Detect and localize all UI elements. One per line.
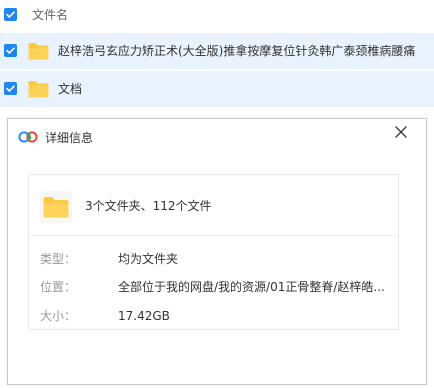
location-label: 位置： [40,280,77,294]
details-card: 3个文件夹、112个文件 类型： 均为文件夹 位置： 全部位于我的网盘/我的资源… [28,174,399,330]
size-value: 17.42GB [118,309,170,323]
file-name[interactable]: 文档 [58,81,82,97]
close-icon[interactable] [394,125,408,139]
file-list-header: 文件名 [0,0,434,30]
checkmark-icon [6,85,15,92]
selection-summary: 3个文件夹、112个文件 [85,199,212,213]
column-header-filename[interactable]: 文件名 [32,7,68,23]
folder-icon [43,197,69,218]
folder-icon [28,43,49,60]
baidu-netdisk-logo-icon [18,131,38,143]
location-value: 全部位于我的网盘/我的资源/01正骨整脊/赵梓皓... [118,280,385,294]
details-dialog: 详细信息 3个文件夹、112个文件 类型： 均为文件夹 位置： 全部位于我的网盘… [7,118,427,385]
type-label: 类型： [40,252,77,266]
checkmark-icon [6,47,15,54]
file-row[interactable]: 赵梓浩弓玄应力矫正术(大全版)推拿按摩复位针灸韩广泰颈椎病腰痛 [0,33,434,69]
size-label: 大小： [40,309,77,323]
type-value: 均为文件夹 [118,252,179,266]
folder-icon [28,81,49,98]
dialog-title: 详细信息 [45,131,94,145]
file-name[interactable]: 赵梓浩弓玄应力矫正术(大全版)推拿按摩复位针灸韩广泰颈椎病腰痛 [58,43,415,59]
folder-thumbnail [40,191,72,223]
row-checkbox[interactable] [4,44,17,57]
checkmark-icon [6,11,15,18]
file-row[interactable]: 文档 [0,71,434,107]
divider [29,235,398,236]
select-all-checkbox[interactable] [4,8,17,21]
file-list: 文件名 赵梓浩弓玄应力矫正术(大全版)推拿按摩复位针灸韩广泰颈椎病腰痛 文档 [0,0,434,118]
row-checkbox[interactable] [4,82,17,95]
